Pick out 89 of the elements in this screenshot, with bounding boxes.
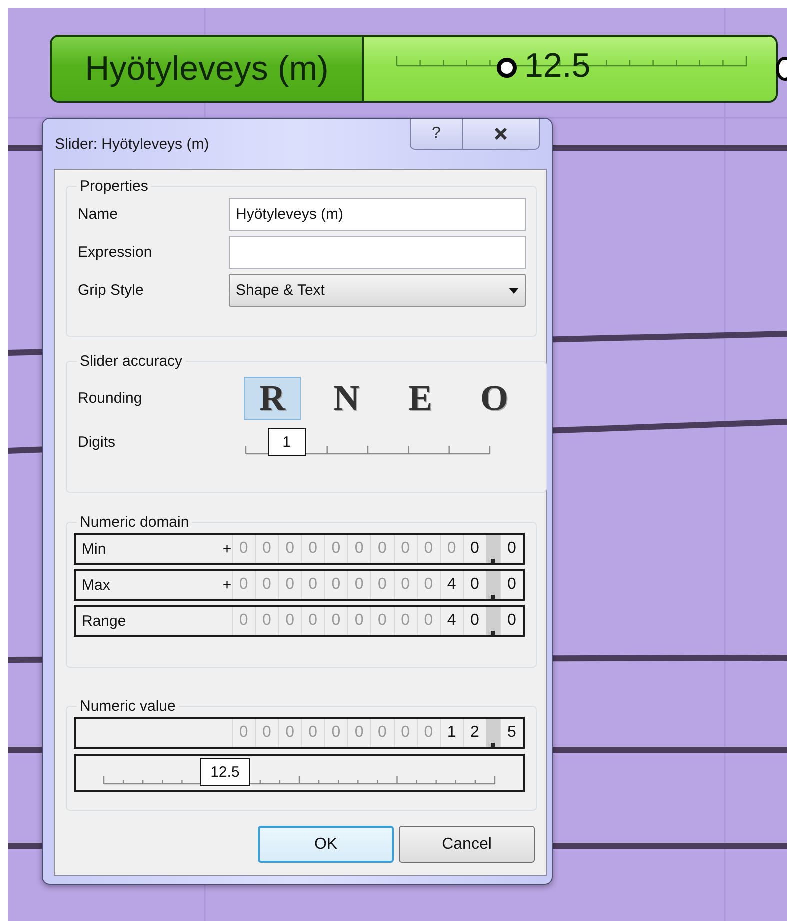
slider-value: 12.5 xyxy=(524,47,591,86)
digit: 0 xyxy=(416,607,440,635)
slider-track[interactable]: 1 xyxy=(245,427,491,457)
digit: 0 xyxy=(370,607,394,635)
digit: 0 xyxy=(416,719,440,747)
digit: 0 xyxy=(370,719,394,747)
decimal-point xyxy=(490,559,495,563)
digit: 0 xyxy=(232,535,255,563)
close-icon xyxy=(494,128,508,140)
group-label: Slider accuracy xyxy=(79,353,184,370)
digit: 1 xyxy=(440,719,463,747)
digit: 0 xyxy=(500,571,523,599)
close-button[interactable] xyxy=(463,119,540,150)
digit: 0 xyxy=(254,535,278,563)
field-label: Min xyxy=(81,540,108,558)
digit: 0 xyxy=(347,607,370,635)
group-label: Numeric value xyxy=(79,698,177,715)
digit: 0 xyxy=(394,607,417,635)
digit: 0 xyxy=(254,571,278,599)
component-label: Hyötyleveys (m) xyxy=(52,37,364,101)
field-label: Grip Style xyxy=(77,282,145,299)
dialog-button[interactable]: Cancel xyxy=(399,826,535,863)
digit: 0 xyxy=(232,607,255,635)
field-label: Max xyxy=(81,576,112,594)
field-label: Rounding xyxy=(77,390,144,406)
number-field[interactable]: Max + 0 0 0 0 0 0 0 0 0 4 0 0 xyxy=(74,569,525,601)
field-label: Expression xyxy=(77,244,154,261)
field-label: Digits xyxy=(77,434,117,450)
field-label: Name xyxy=(77,206,120,223)
slider-component[interactable]: Hyötyleveys (m) 12.5 xyxy=(50,35,778,103)
digit: 0 xyxy=(232,571,255,599)
slider-field[interactable]: 12.5 xyxy=(74,754,525,792)
digit: 0 xyxy=(347,535,370,563)
dropdown[interactable]: Shape & Text xyxy=(229,274,526,307)
digit: 0 xyxy=(301,719,324,747)
digit: 0 xyxy=(324,719,348,747)
slider-grip[interactable] xyxy=(496,58,517,78)
digit: 0 xyxy=(254,719,278,747)
digit: 0 xyxy=(278,535,302,563)
text-field[interactable] xyxy=(229,236,526,269)
digit: 0 xyxy=(440,535,463,563)
digit: 4 xyxy=(440,571,463,599)
field-label: Range xyxy=(81,612,128,630)
digit: 0 xyxy=(500,535,523,563)
digit: 0 xyxy=(394,719,417,747)
digit: 0 xyxy=(254,607,278,635)
digit: 0 xyxy=(324,535,348,563)
sign-symbol: + xyxy=(222,540,232,558)
decimal-point xyxy=(490,631,495,635)
slider-track[interactable]: 12.5 xyxy=(103,757,496,787)
slider-thumb[interactable]: 12.5 xyxy=(200,758,250,786)
digit: 0 xyxy=(347,719,370,747)
number-field[interactable]: 0 0 0 0 0 0 0 0 0 1 2 5 xyxy=(74,717,525,749)
digit: 0 xyxy=(232,719,255,747)
slider-thumb[interactable]: 1 xyxy=(268,428,306,456)
digit: 0 xyxy=(370,535,394,563)
digit: 0 xyxy=(416,571,440,599)
dialog-button[interactable]: OK xyxy=(258,826,394,863)
rounding-option[interactable]: N xyxy=(318,376,375,420)
digit: 0 xyxy=(301,535,324,563)
rounding-option[interactable]: E xyxy=(392,376,449,420)
text-field[interactable]: Hyötyleveys (m) xyxy=(229,198,526,231)
caret-icon xyxy=(509,288,519,294)
group-label: Numeric domain xyxy=(79,514,190,531)
digit: 0 xyxy=(370,571,394,599)
digit: 4 xyxy=(440,607,463,635)
decimal-point xyxy=(490,743,495,747)
help-button[interactable]: ? xyxy=(410,119,463,150)
number-field[interactable]: Min + 0 0 0 0 0 0 0 0 0 0 0 0 xyxy=(74,533,525,565)
digit: 0 xyxy=(416,535,440,563)
group-label: Properties xyxy=(79,178,150,195)
digit: 0 xyxy=(278,607,302,635)
digit: 0 xyxy=(394,535,417,563)
digit: 0 xyxy=(278,571,302,599)
digit: 0 xyxy=(301,571,324,599)
digit: 0 xyxy=(301,607,324,635)
rounding-option[interactable]: R xyxy=(244,376,301,420)
digit: 0 xyxy=(324,571,348,599)
digit: 5 xyxy=(500,719,523,747)
digit: 0 xyxy=(347,571,370,599)
rounding-option[interactable]: O xyxy=(466,376,523,420)
sign-symbol: + xyxy=(222,576,232,594)
digit: 0 xyxy=(500,607,523,635)
window-title: Slider: Hyötyleveys (m) xyxy=(55,136,210,153)
digit: 0 xyxy=(394,571,417,599)
digit: 0 xyxy=(278,719,302,747)
digit: 0 xyxy=(324,607,348,635)
decimal-point xyxy=(490,595,495,599)
number-field[interactable]: Range 0 0 0 0 0 0 0 0 0 4 0 0 xyxy=(74,605,525,637)
